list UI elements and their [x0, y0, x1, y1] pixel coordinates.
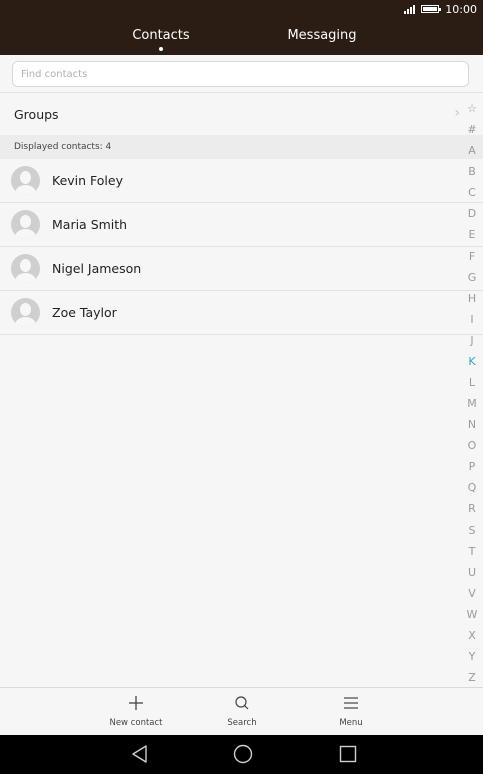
alpha-index-letter[interactable]: L	[469, 372, 475, 393]
avatar-icon	[11, 254, 40, 283]
signal-icon	[404, 4, 416, 14]
contact-row[interactable]: Kevin Foley	[0, 159, 483, 203]
home-circle-icon[interactable]	[232, 743, 254, 765]
alpha-index-letter[interactable]: D	[468, 203, 476, 224]
system-nav-bar	[0, 735, 483, 774]
new-contact-button[interactable]: New contact	[96, 688, 176, 736]
contact-row[interactable]: Nigel Jameson	[0, 247, 483, 291]
tab-bar: Contacts Messaging	[0, 18, 483, 55]
alpha-index-letter[interactable]: R	[468, 498, 476, 519]
status-time: 10:00	[445, 2, 477, 16]
alpha-index-letter[interactable]: E	[469, 224, 476, 245]
count-text: Displayed contacts: 4	[14, 142, 112, 152]
alpha-index-letter[interactable]: J	[470, 330, 473, 351]
alpha-index-letter[interactable]: Z	[468, 667, 476, 688]
displayed-contacts-count: Displayed contacts: 4	[0, 135, 483, 159]
battery-icon	[421, 5, 442, 13]
alpha-index-letter[interactable]: F	[469, 246, 475, 267]
alpha-index-letter[interactable]: U	[468, 562, 476, 583]
alpha-index-letter[interactable]: N	[468, 414, 476, 435]
chevron-right-icon: ›	[454, 105, 460, 121]
alpha-index-letter[interactable]: V	[468, 583, 476, 604]
groups-label: Groups	[14, 106, 59, 122]
contact-list: Kevin Foley Maria Smith Nigel Jameson Zo…	[0, 159, 483, 335]
contact-name: Zoe Taylor	[52, 305, 117, 320]
search-button[interactable]: Search	[202, 688, 282, 736]
alphabet-index[interactable]: ☆ # A B C D E F G H I J K L M N O P Q R S T U V W X Y Z	[461, 98, 483, 688]
alpha-index-letter[interactable]: C	[468, 182, 476, 203]
contact-row[interactable]: Maria Smith	[0, 203, 483, 247]
alpha-index-letter[interactable]: S	[469, 520, 476, 541]
tab-contacts[interactable]: Contacts	[81, 18, 241, 55]
alpha-index-letter[interactable]: B	[468, 161, 476, 182]
alpha-index-letter[interactable]: O	[468, 435, 477, 456]
menu-icon	[344, 697, 358, 709]
alpha-index-letter[interactable]: #	[467, 119, 476, 140]
tab-contacts-label: Contacts	[132, 28, 190, 43]
alpha-index-letter[interactable]: ☆	[467, 98, 477, 119]
alpha-index-letter[interactable]: W	[467, 604, 478, 625]
new-contact-label: New contact	[109, 718, 163, 728]
alpha-index-letter[interactable]: I	[470, 309, 473, 330]
alpha-index-letter[interactable]: K	[468, 351, 475, 372]
alpha-index-letter[interactable]: Y	[469, 646, 476, 667]
tab-messaging[interactable]: Messaging	[242, 18, 402, 55]
avatar-icon	[11, 298, 40, 327]
alpha-index-letter[interactable]: X	[468, 625, 476, 646]
alpha-index-letter[interactable]: M	[467, 393, 477, 414]
menu-label: Menu	[339, 718, 363, 728]
contact-name: Maria Smith	[52, 217, 128, 232]
groups-row[interactable]: Groups ›	[0, 93, 462, 135]
menu-button[interactable]: Menu	[311, 688, 391, 736]
contact-row[interactable]: Zoe Taylor	[0, 291, 483, 335]
recent-square-icon[interactable]	[337, 743, 359, 765]
search-label: Search	[227, 718, 257, 728]
alpha-index-letter[interactable]: T	[469, 541, 476, 562]
alpha-index-letter[interactable]: Q	[468, 477, 477, 498]
contact-name: Kevin Foley	[52, 173, 123, 188]
alpha-index-letter[interactable]: A	[468, 140, 476, 161]
search-bar	[0, 55, 483, 93]
search-input[interactable]	[12, 61, 469, 87]
contact-name: Nigel Jameson	[52, 261, 142, 276]
active-tab-indicator	[159, 47, 163, 51]
plus-icon	[129, 696, 143, 710]
alpha-index-letter[interactable]: G	[468, 267, 477, 288]
alpha-index-letter[interactable]: H	[468, 288, 476, 309]
back-triangle-icon[interactable]	[129, 743, 151, 765]
bottom-toolbar: New contact Search Menu	[0, 687, 483, 735]
tab-messaging-label: Messaging	[287, 28, 357, 43]
search-icon	[235, 696, 249, 710]
avatar-icon	[11, 210, 40, 239]
status-bar: 10:00	[0, 0, 483, 18]
alpha-index-letter[interactable]: P	[469, 456, 476, 477]
avatar-icon	[11, 166, 40, 195]
